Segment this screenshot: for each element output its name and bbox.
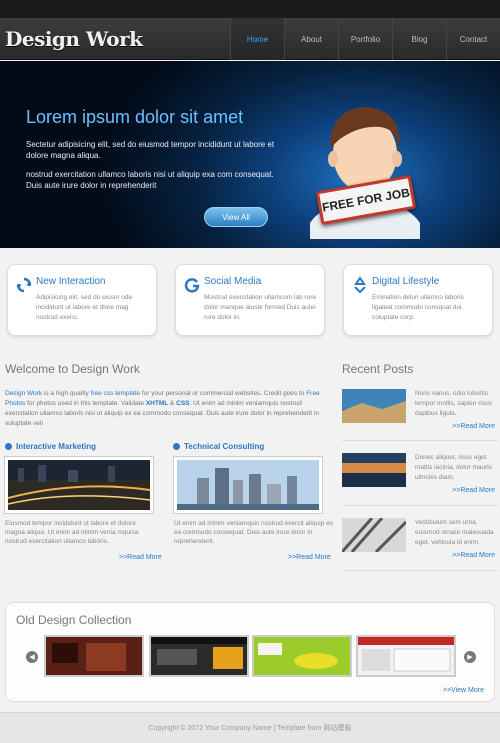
top-strip	[0, 0, 500, 18]
recent-posts-title: Recent Posts	[342, 362, 414, 376]
interactive-marketing-heading[interactable]: Interactive Marketing	[5, 442, 96, 451]
recycle-arrows-icon	[16, 277, 32, 293]
feature-digital-lifestyle[interactable]: Digital Lifestyle Emination deluri ullam…	[343, 264, 493, 336]
coast-thumbnail[interactable]	[342, 389, 406, 423]
nav-contact[interactable]: Contact	[446, 18, 500, 60]
read-more-link[interactable]: >>Read More	[452, 423, 495, 430]
logo[interactable]: Design Work	[5, 27, 143, 51]
feature-new-interaction[interactable]: New Interaction Adipisicing elit, sed do…	[7, 264, 157, 336]
technical-consulting-heading[interactable]: Technical Consulting	[173, 442, 264, 451]
divider	[342, 570, 497, 571]
collection-title: Old Design Collection	[16, 613, 132, 627]
feature-title: Social Media	[204, 276, 262, 287]
feature-title: New Interaction	[36, 276, 106, 287]
column-text: Eiusmod tempor incididunt ut labore et d…	[5, 520, 139, 545]
post-text: Vestibulum sem urna, euismod ornare male…	[415, 519, 494, 546]
welcome-text: Design Work is a high quality free css t…	[5, 390, 320, 427]
nav-about[interactable]: About	[284, 18, 338, 60]
skyline-image	[174, 457, 322, 513]
main-nav: Home About Portfolio Blog Contact	[230, 18, 500, 60]
g-arrow-icon	[184, 278, 200, 293]
nav-portfolio[interactable]: Portfolio	[338, 18, 392, 60]
design-work-link[interactable]: Design Work	[5, 390, 42, 397]
copyright-text: Copyright © 2072 Your Company Name | Tem…	[148, 725, 352, 732]
view-more-link[interactable]: >>View More	[443, 687, 484, 694]
feature-text: Emination deluri ullamco laboris ligalea…	[372, 294, 464, 321]
xhtml-link[interactable]: XHTML	[146, 400, 168, 407]
nav-blog[interactable]: Blog	[392, 18, 446, 60]
post-text: Nunc varius, odio lobortis tempor mollis…	[415, 390, 492, 417]
read-more-link[interactable]: >>Read More	[288, 554, 331, 561]
collection-item[interactable]	[44, 635, 144, 677]
arrow-left-icon[interactable]: ◀	[26, 651, 38, 663]
feature-title: Digital Lifestyle	[372, 276, 440, 287]
read-more-link[interactable]: >>Read More	[452, 552, 495, 559]
collection-item[interactable]	[149, 635, 249, 677]
city-night-image	[5, 457, 153, 513]
hero-paragraph: Sectetur adipisicing elit, sed do eiusmo…	[26, 140, 275, 160]
header: Design Work Home About Portfolio Blog Co…	[0, 18, 500, 60]
bridge-thumbnail[interactable]	[342, 518, 406, 552]
recent-post: Donec aliquet, risus eget mattis lacinia…	[342, 453, 497, 497]
post-text: Donec aliquet, risus eget mattis lacinia…	[415, 454, 492, 481]
bullet-icon	[173, 443, 180, 450]
read-more-link[interactable]: >>Read More	[452, 487, 495, 494]
hero-title: Lorem ipsum dolor sit amet	[26, 107, 244, 127]
hero-banner: Lorem ipsum dolor sit amet Sectetur adip…	[0, 61, 500, 248]
divider	[342, 505, 497, 506]
sunset-thumbnail[interactable]	[342, 453, 406, 487]
view-all-button[interactable]: View All	[204, 207, 268, 227]
free-css-template-link[interactable]: free css template	[91, 390, 141, 397]
feature-text: Mostrud exercitation ullamcom lab rure d…	[204, 294, 316, 321]
recent-post: Vestibulum sem urna, euismod ornare male…	[342, 518, 497, 562]
bullet-icon	[5, 443, 12, 450]
footer: Copyright © 2072 Your Company Name | Tem…	[0, 712, 500, 743]
read-more-link[interactable]: >>Read More	[119, 554, 162, 561]
nav-home[interactable]: Home	[230, 18, 284, 60]
collection-item[interactable]	[252, 635, 352, 677]
recent-post: Nunc varius, odio lobortis tempor mollis…	[342, 389, 497, 433]
feature-social-media[interactable]: Social Media Mostrud exercitation ullamc…	[175, 264, 325, 336]
divider	[342, 440, 497, 441]
column-text: Ut enim ad minim veniamquis nostrud exer…	[174, 520, 333, 545]
arrow-right-icon[interactable]: ▶	[464, 651, 476, 663]
hero-paragraph-2: nostrud exercitation ullamco laboris nis…	[26, 170, 274, 190]
css-link[interactable]: CSS	[176, 400, 189, 407]
collection-item[interactable]	[356, 635, 456, 677]
recycle-icon	[354, 277, 366, 293]
feature-text: Adipisicing elit, sed do eiusm ode incid…	[36, 294, 133, 321]
old-design-collection: Old Design Collection ◀ ▶ >>View More	[5, 602, 495, 702]
welcome-title: Welcome to Design Work	[5, 362, 140, 376]
